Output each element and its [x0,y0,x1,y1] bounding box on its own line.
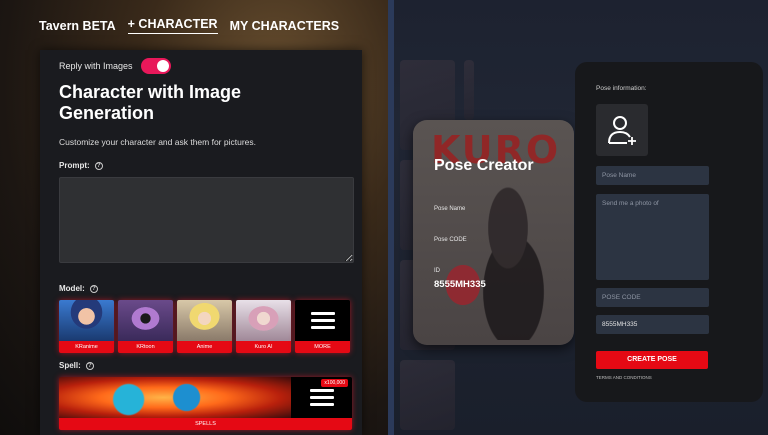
brand-logo[interactable]: Tavern BETA [39,19,116,33]
divider [388,0,394,435]
id-label: ID [434,268,440,274]
model-thumbnail [118,300,173,341]
pose-name-label: Pose Name [434,206,466,212]
id-value: 8555MH335 [434,279,486,290]
model-card-more[interactable]: MORE [295,300,350,353]
spell-label: Spell: [59,361,81,370]
create-pose-button[interactable]: CREATE POSE [596,351,708,369]
pose-info-header: Pose information: [596,85,647,92]
reply-images-toggle[interactable] [140,58,171,74]
spell-art-image [59,377,291,418]
prompt-label-row: Prompt: ? [59,161,103,170]
avatar-upload[interactable] [596,104,648,156]
pose-code-label: Pose CODE [434,237,467,243]
pose-info-panel: Pose information: Pose Name Send me a ph… [575,62,763,402]
model-card-krtoon[interactable]: KRtoon [118,300,173,353]
pose-id-input[interactable]: 8555MH335 [596,315,709,334]
pose-creator-card: KURO Pose Creator Pose Name Pose CODE ID… [413,120,574,345]
character-panel: Reply with Images Character with Image G… [40,50,362,435]
help-icon[interactable]: ? [94,161,103,170]
model-name: MORE [295,341,350,353]
add-user-icon [608,116,636,145]
model-card-anime[interactable]: Anime [177,300,232,353]
model-label-row: Model: ? [59,284,98,293]
pose-name-input[interactable]: Pose Name [596,166,709,185]
model-list: KRanime KRtoon Anime Kuro AI MORE [59,300,350,353]
reply-images-row: Reply with Images [59,58,171,74]
model-card-kuro-ai[interactable]: Kuro AI [236,300,291,353]
help-icon[interactable]: ? [89,284,98,293]
model-thumbnail [177,300,232,341]
prompt-input[interactable] [59,177,354,263]
spell-more-button[interactable]: x100,000 [291,377,352,418]
menu-icon [309,389,334,406]
model-name: Anime [177,341,232,353]
spell-label-row: Spell: ? [59,361,94,370]
model-label: Model: [59,284,85,293]
spell-count-badge: x100,000 [321,379,348,387]
model-thumbnail [236,300,291,341]
top-nav: Tavern BETA + CHARACTER MY CHARACTERS [39,17,339,34]
spell-banner[interactable]: x100,000 SPELLS [59,377,352,430]
panel-subtitle: Customize your character and ask them fo… [59,137,256,147]
spells-caption: SPELLS [59,418,352,430]
model-card-kranime[interactable]: KRanime [59,300,114,353]
menu-icon [310,312,335,329]
prompt-label: Prompt: [59,161,90,170]
help-icon[interactable]: ? [85,361,94,370]
pose-creator-heading: Pose Creator [434,157,534,174]
model-name: KRtoon [118,341,173,353]
reply-images-label: Reply with Images [59,61,133,71]
model-thumbnail [59,300,114,341]
pose-code-input[interactable]: POSE CODE [596,288,709,307]
more-thumbnail [295,300,350,341]
model-name: KRanime [59,341,114,353]
pose-description-input[interactable]: Send me a photo of [596,194,709,280]
terms-link[interactable]: TERMS AND CONDITIONS [596,375,652,380]
model-name: Kuro AI [236,341,291,353]
tab-my-characters[interactable]: MY CHARACTERS [230,19,340,33]
tab-character[interactable]: + CHARACTER [127,17,218,34]
panel-title: Character with Image Generation [59,82,242,123]
